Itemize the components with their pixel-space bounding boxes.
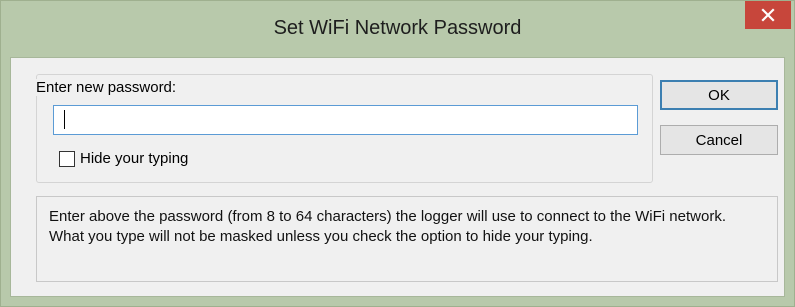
text-caret: [64, 110, 65, 129]
close-button[interactable]: [745, 1, 791, 29]
ok-button[interactable]: OK: [660, 80, 778, 110]
window-title: Set WiFi Network Password: [273, 17, 522, 39]
dialog-body: Enter new password: Hide your typing OK …: [10, 57, 785, 297]
password-input[interactable]: [53, 105, 638, 135]
title-bar[interactable]: Set WiFi Network Password: [1, 1, 794, 57]
hide-typing-row[interactable]: Hide your typing: [59, 150, 188, 167]
group-label: Enter new password:: [34, 79, 179, 96]
hide-typing-label[interactable]: Hide your typing: [80, 150, 188, 167]
hide-typing-checkbox[interactable]: [59, 150, 75, 167]
dialog-window: Set WiFi Network Password Enter new pass…: [0, 0, 795, 307]
help-text: Enter above the password (from 8 to 64 c…: [36, 196, 778, 282]
close-icon: [761, 8, 775, 22]
cancel-button[interactable]: Cancel: [660, 125, 778, 155]
